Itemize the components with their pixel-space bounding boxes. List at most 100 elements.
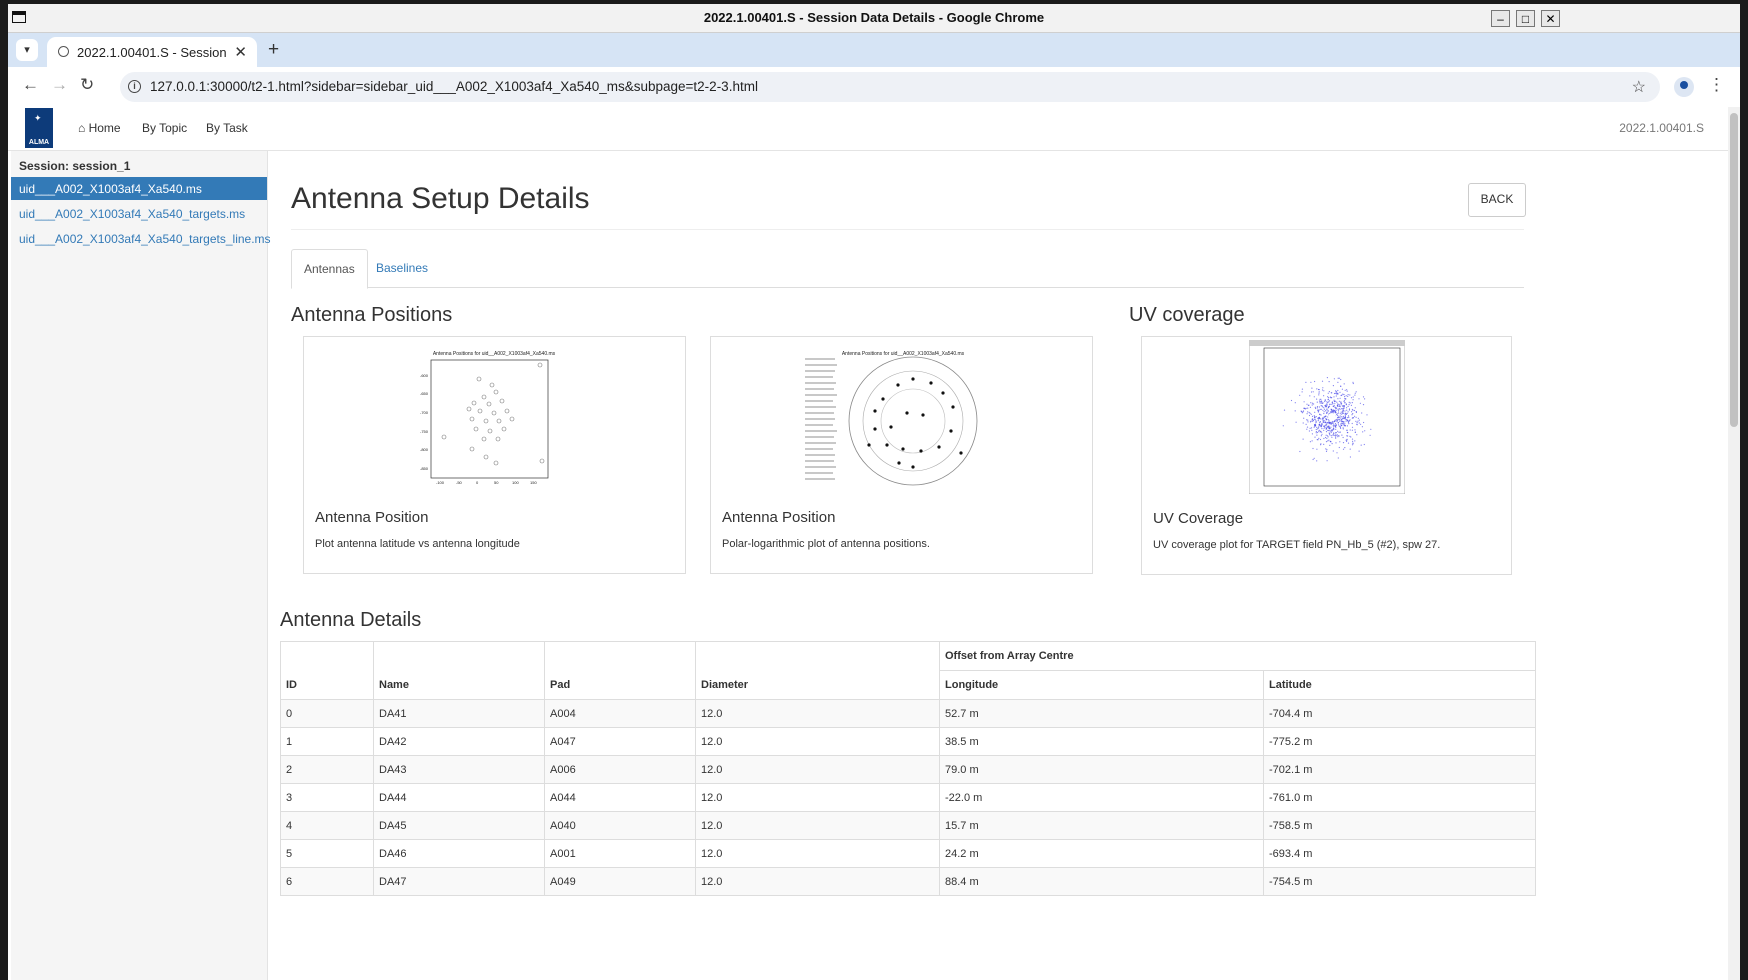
table-row: 5 DA46 A001 12.0 24.2 m -693.4 m — [280, 839, 1536, 868]
table-row: 0 DA41 A004 12.0 52.7 m -704.4 m — [280, 699, 1536, 728]
table-cell: 12.0 — [695, 783, 940, 812]
tab-strip: ▾ 2022.1.00401.S - Session ✕ + — [8, 33, 1740, 67]
page-scrollbar[interactable] — [1728, 107, 1740, 980]
sidebar-item-ms[interactable]: uid___A002_X1003af4_Xa540.ms — [11, 177, 267, 200]
close-button[interactable]: ✕ — [1541, 10, 1560, 27]
svg-text:50: 50 — [494, 480, 499, 485]
svg-text:0: 0 — [476, 480, 479, 485]
table-cell: -704.4 m — [1263, 699, 1536, 728]
svg-text:-600: -600 — [420, 373, 429, 378]
menu-icon[interactable]: ⋮ — [1708, 75, 1725, 95]
svg-text:-100: -100 — [436, 480, 445, 485]
url-text[interactable]: 127.0.0.1:30000/t2-1.html?sidebar=sideba… — [150, 79, 758, 94]
table-cell: DA41 — [373, 699, 545, 728]
svg-text:-750: -750 — [420, 429, 429, 434]
divider — [291, 229, 1524, 230]
nav-by-topic[interactable]: By Topic — [142, 121, 187, 135]
sidebar-item-targets-line-ms[interactable]: uid___A002_X1003af4_Xa540_targets_line.m… — [11, 227, 271, 250]
star-icon[interactable]: ☆ — [1632, 77, 1646, 97]
plot-title: Antenna Positions for uid__A002_X1003af4… — [433, 351, 556, 357]
table-cell: -775.2 m — [1263, 727, 1536, 756]
antenna-positions-heading: Antenna Positions — [291, 304, 453, 326]
new-tab-icon[interactable]: + — [268, 39, 279, 61]
main-content: Antenna Setup Details BACK Antennas Base… — [280, 151, 1536, 980]
back-button[interactable]: BACK — [1468, 183, 1526, 217]
table-cell: DA43 — [373, 755, 545, 784]
col-id: ID — [280, 670, 374, 700]
card-description: UV coverage plot for TARGET field PN_Hb_… — [1153, 539, 1441, 551]
forward-arrow-icon[interactable]: → — [51, 75, 68, 95]
close-tab-icon[interactable]: ✕ — [234, 43, 247, 61]
table-cell: 4 — [280, 811, 374, 840]
table-cell: A001 — [544, 839, 696, 868]
table-cell: A047 — [544, 727, 696, 756]
sidebar-item-targets-ms[interactable]: uid___A002_X1003af4_Xa540_targets.ms — [11, 202, 267, 225]
card-description: Plot antenna latitude vs antenna longitu… — [315, 538, 520, 550]
address-bar[interactable]: i 127.0.0.1:30000/t2-1.html?sidebar=side… — [120, 72, 1660, 102]
svg-text:150: 150 — [530, 480, 537, 485]
table-cell: DA47 — [373, 867, 545, 896]
nav-home[interactable]: ⌂ Home — [78, 121, 121, 135]
table-cell: 79.0 m — [939, 755, 1264, 784]
table-row: 6 DA47 A049 12.0 88.4 m -754.5 m — [280, 867, 1536, 896]
antenna-details-table: Offset from Array Centre ID Name Pad Dia… — [280, 641, 1536, 896]
back-arrow-icon[interactable]: ← — [22, 75, 39, 95]
table-cell: -702.1 m — [1263, 755, 1536, 784]
home-icon: ⌂ — [78, 121, 86, 135]
table-cell: -761.0 m — [1263, 783, 1536, 812]
table-cell: 12.0 — [695, 699, 940, 728]
svg-text:-800: -800 — [420, 447, 429, 452]
nav-by-task[interactable]: By Task — [206, 121, 248, 135]
uv-coverage-plot[interactable] — [1249, 340, 1405, 494]
table-cell: -758.5 m — [1263, 811, 1536, 840]
maximize-button[interactable]: □ — [1516, 10, 1535, 27]
reload-icon[interactable]: ↻ — [80, 75, 94, 95]
antenna-details-heading: Antenna Details — [280, 609, 422, 631]
table-cell: A004 — [544, 699, 696, 728]
svg-text:-700: -700 — [420, 410, 429, 415]
window-title: 2022.1.00401.S - Session Data Details - … — [703, 10, 1045, 25]
alma-logo[interactable]: ALMA — [25, 108, 53, 148]
table-cell: 0 — [280, 699, 374, 728]
polar-position-plot[interactable]: Antenna Positions for uid__A002_X1003af4… — [803, 349, 993, 491]
uv-coverage-card[interactable]: UV Coverage UV coverage plot for TARGET … — [1141, 336, 1512, 575]
tab-baselines[interactable]: Baselines — [364, 249, 440, 287]
col-diameter: Diameter — [695, 670, 940, 700]
plot-title: Antenna Positions for uid__A002_X1003af4… — [842, 351, 965, 357]
table-cell: 52.7 m — [939, 699, 1264, 728]
minimize-button[interactable]: – — [1491, 10, 1510, 27]
globe-icon — [58, 46, 69, 57]
table-cell: 12.0 — [695, 839, 940, 868]
page-tabs: Antennas Baselines — [291, 249, 1524, 289]
table-row: 3 DA44 A044 12.0 -22.0 m -761.0 m — [280, 783, 1536, 812]
sidebar: Session: session_1 uid___A002_X1003af4_X… — [11, 151, 271, 980]
profile-icon[interactable] — [1674, 77, 1694, 97]
table-cell: A049 — [544, 867, 696, 896]
card-title: Antenna Position — [722, 509, 836, 526]
scrollbar-thumb[interactable] — [1730, 113, 1738, 427]
table-cell: A044 — [544, 783, 696, 812]
col-pad: Pad — [544, 670, 696, 700]
table-row: 1 DA42 A047 12.0 38.5 m -775.2 m — [280, 727, 1536, 756]
table-cell: DA44 — [373, 783, 545, 812]
table-cell: 12.0 — [695, 811, 940, 840]
table-cell: 12.0 — [695, 727, 940, 756]
polar-antenna-position-card[interactable]: Antenna Positions for uid__A002_X1003af4… — [710, 336, 1093, 574]
svg-text:-850: -850 — [420, 466, 429, 471]
site-info-icon[interactable]: i — [128, 80, 141, 93]
antenna-position-plot[interactable]: Antenna Positions for uid__A002_X1003af4… — [414, 349, 574, 491]
table-row: 4 DA45 A040 12.0 15.7 m -758.5 m — [280, 811, 1536, 840]
table-cell: 1 — [280, 727, 374, 756]
browser-tab-title: 2022.1.00401.S - Session — [77, 45, 227, 60]
antenna-position-card[interactable]: Antenna Positions for uid__A002_X1003af4… — [303, 336, 686, 574]
title-bar: 2022.1.00401.S - Session Data Details - … — [8, 4, 1740, 33]
browser-toolbar: ← → ↻ i 127.0.0.1:30000/t2-1.html?sideba… — [8, 67, 1740, 108]
table-cell: 12.0 — [695, 867, 940, 896]
tab-search-icon[interactable]: ▾ — [16, 39, 38, 61]
table-cell: DA46 — [373, 839, 545, 868]
table-cell: -693.4 m — [1263, 839, 1536, 868]
table-cell: 88.4 m — [939, 867, 1264, 896]
tab-antennas[interactable]: Antennas — [291, 249, 368, 289]
table-cell: DA42 — [373, 727, 545, 756]
browser-tab[interactable]: 2022.1.00401.S - Session ✕ — [47, 37, 257, 67]
